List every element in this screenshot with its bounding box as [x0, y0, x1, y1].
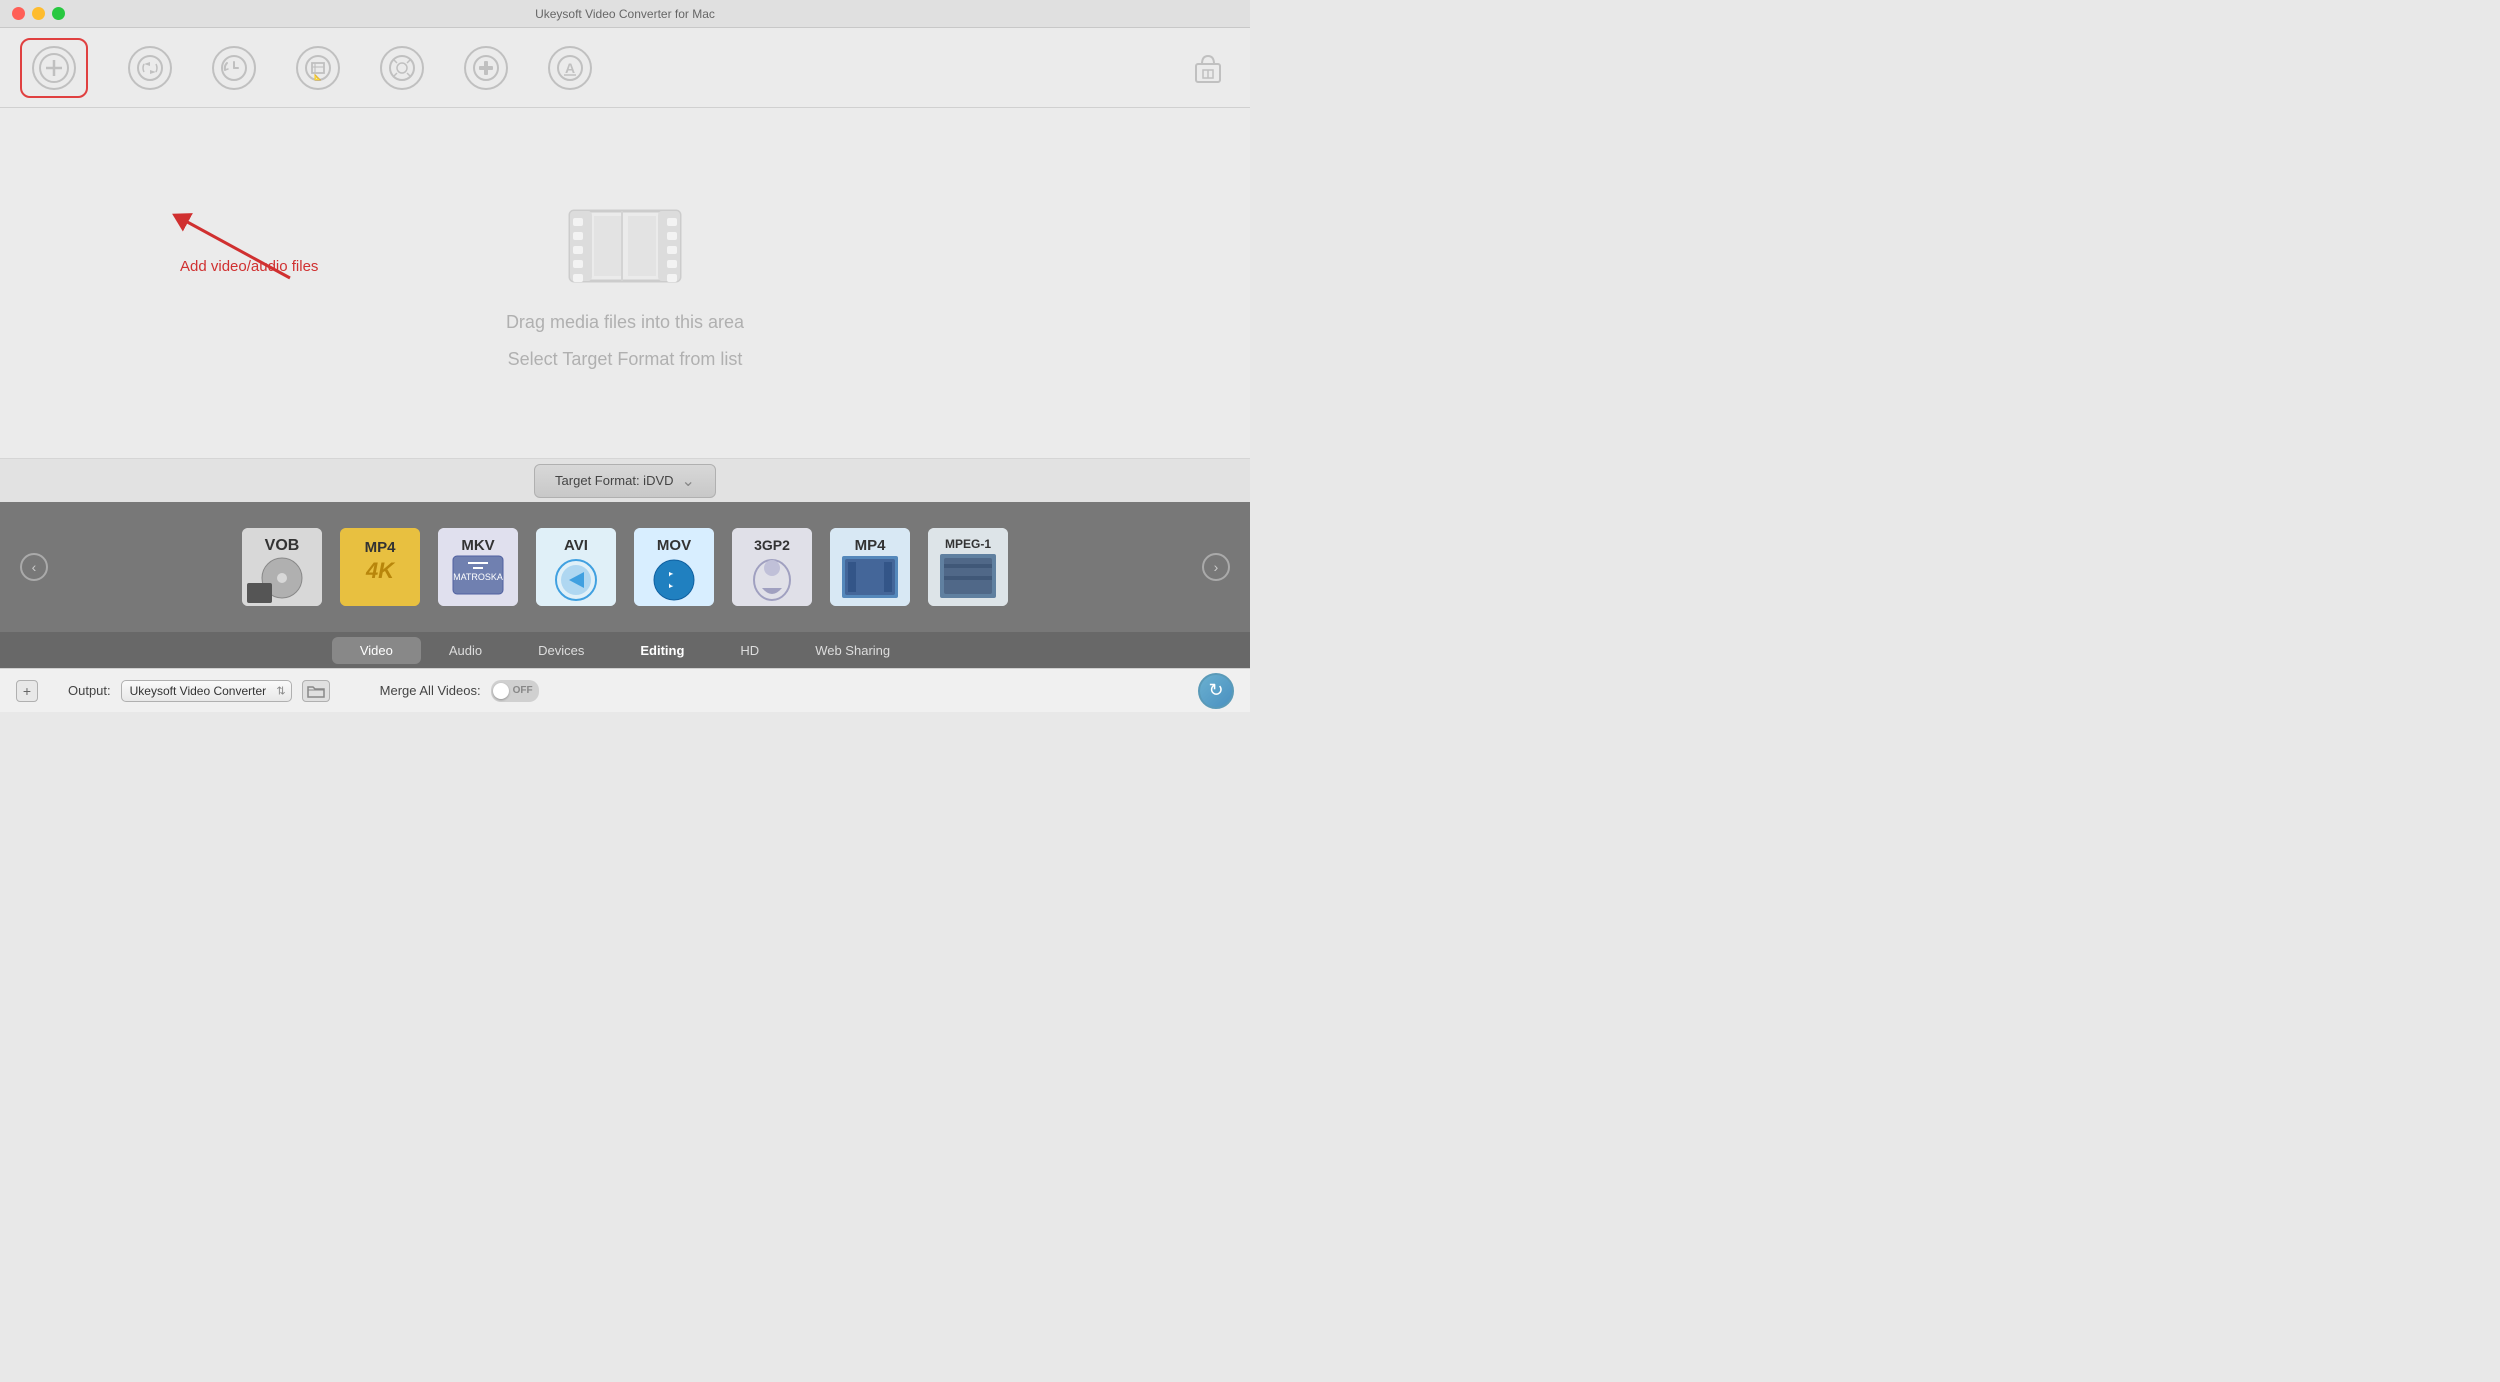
svg-text:MP4: MP4 — [365, 539, 397, 556]
svg-text:A: A — [565, 60, 575, 76]
svg-text:📐: 📐 — [314, 73, 322, 81]
refresh-button[interactable]: ↻ — [1198, 673, 1234, 709]
film-strip-icon — [560, 196, 690, 296]
3gp2-icon: 3GP2 — [732, 528, 812, 606]
svg-text:MATROSKA: MATROSKA — [453, 572, 503, 582]
window-title: Ukeysoft Video Converter for Mac — [535, 7, 715, 21]
tools-icon — [464, 46, 508, 90]
store-button[interactable] — [1186, 46, 1230, 90]
window-controls — [12, 7, 65, 20]
svg-text:MKV: MKV — [461, 537, 494, 554]
toggle-circle — [493, 683, 509, 699]
svg-text:AVI: AVI — [564, 537, 588, 554]
tab-audio[interactable]: Audio — [421, 637, 510, 664]
avi-icon: AVI — [536, 528, 616, 606]
convert-button[interactable] — [128, 46, 172, 90]
merge-label: Merge All Videos: — [380, 683, 481, 698]
mpeg1-icon: MPEG-1 — [928, 528, 1008, 606]
close-button[interactable] — [12, 7, 25, 20]
target-format-label: Target Format: iDVD — [555, 473, 673, 488]
add-icon — [32, 46, 76, 90]
effects-icon — [380, 46, 424, 90]
tab-hd[interactable]: HD — [712, 637, 787, 664]
merge-toggle[interactable]: OFF — [491, 680, 539, 702]
bottom-bar: + Output: Ukeysoft Video Converter Merge… — [0, 668, 1250, 712]
format-next-button[interactable]: › — [1202, 553, 1230, 581]
watermark-icon: A — [548, 46, 592, 90]
drag-text: Drag media files into this area — [506, 312, 744, 333]
convert-icon — [128, 46, 172, 90]
tab-devices[interactable]: Devices — [510, 637, 612, 664]
select-format-text: Select Target Format from list — [508, 349, 743, 370]
target-format-button[interactable]: Target Format: iDVD ⌄ — [534, 464, 716, 498]
format-item-mkv[interactable]: MKV MATROSKA — [433, 528, 523, 606]
tools-button[interactable] — [464, 46, 508, 90]
format-item-avi[interactable]: AVI — [531, 528, 621, 606]
output-label: Output: — [68, 683, 111, 698]
toggle-state: OFF — [513, 685, 533, 696]
svg-text:3GP2: 3GP2 — [754, 537, 790, 553]
tab-editing[interactable]: Editing — [612, 637, 712, 664]
resize-button[interactable]: 📐 — [296, 46, 340, 90]
format-panel: ‹ VOB MP4 4K — [0, 502, 1250, 632]
tab-web-sharing[interactable]: Web Sharing — [787, 637, 918, 664]
tab-video[interactable]: Video — [332, 637, 421, 664]
svg-text:4K: 4K — [365, 558, 396, 583]
format-item-mp4-4k[interactable]: MP4 4K — [335, 528, 425, 606]
mov-icon: MOV — [634, 528, 714, 606]
output-select-wrap: Ukeysoft Video Converter — [121, 680, 292, 702]
add-files-button[interactable] — [20, 38, 88, 98]
title-bar: Ukeysoft Video Converter for Mac — [0, 0, 1250, 28]
history-icon — [212, 46, 256, 90]
main-drop-area[interactable]: Drag media files into this area Select T… — [0, 108, 1250, 458]
mp4-icon: MP4 — [830, 528, 910, 606]
watermark-button[interactable]: A — [548, 46, 592, 90]
format-items: VOB MP4 4K MKV — [48, 528, 1202, 606]
chevron-down-icon: ⌄ — [682, 471, 695, 491]
refresh-icon: ↻ — [1208, 680, 1223, 701]
format-item-3gp2[interactable]: 3GP2 — [727, 528, 817, 606]
format-item-vob[interactable]: VOB — [237, 528, 327, 606]
vob-icon: VOB — [242, 528, 322, 606]
minimize-button[interactable] — [32, 7, 45, 20]
svg-text:VOB: VOB — [265, 537, 300, 554]
format-item-mov[interactable]: MOV — [629, 528, 719, 606]
store-icon — [1186, 46, 1230, 90]
format-prev-button[interactable]: ‹ — [20, 553, 48, 581]
output-select[interactable]: Ukeysoft Video Converter — [121, 680, 292, 702]
mp4-4k-icon: MP4 4K — [340, 528, 420, 606]
maximize-button[interactable] — [52, 7, 65, 20]
add-small-button[interactable]: + — [16, 680, 38, 702]
format-item-mp4[interactable]: MP4 — [825, 528, 915, 606]
svg-text:MOV: MOV — [657, 537, 691, 554]
resize-icon: 📐 — [296, 46, 340, 90]
format-item-mpeg1[interactable]: MPEG-1 — [923, 528, 1013, 606]
svg-text:MP4: MP4 — [855, 537, 887, 554]
mkv-icon: MKV MATROSKA — [438, 528, 518, 606]
category-tabs: Video Audio Devices Editing HD Web Shari… — [0, 632, 1250, 668]
target-format-bar: Target Format: iDVD ⌄ — [0, 458, 1250, 502]
svg-text:MPEG-1: MPEG-1 — [945, 537, 991, 551]
folder-button[interactable] — [302, 680, 330, 702]
toolbar: 📐 — [0, 28, 1250, 108]
effects-button[interactable] — [380, 46, 424, 90]
history-button[interactable] — [212, 46, 256, 90]
